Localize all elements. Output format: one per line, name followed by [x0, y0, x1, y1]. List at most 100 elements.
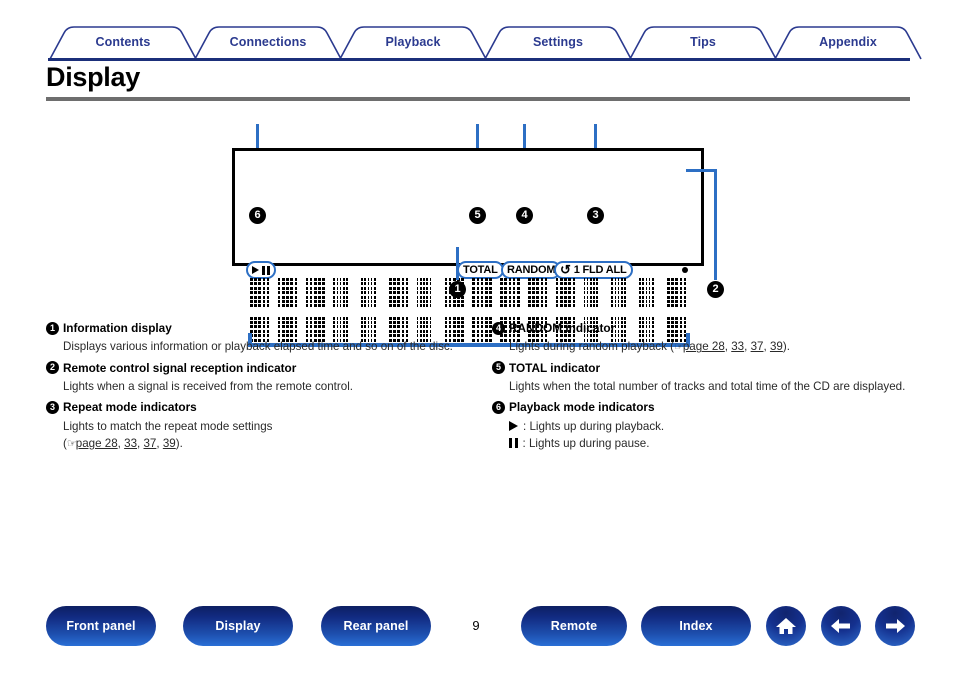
nav-button-index[interactable]: Index [641, 606, 751, 646]
callout-label: 2 [712, 283, 719, 295]
entry-playback-mode: 6 Playback mode indicators : Lights up d… [492, 399, 910, 452]
page-link[interactable]: page 28 [76, 437, 118, 450]
leader-line-1 [456, 247, 459, 280]
page-link[interactable]: 33 [124, 437, 137, 450]
matrix-dot-block [472, 316, 493, 346]
page-number: 9 [472, 618, 480, 633]
tab-label: Appendix [819, 35, 877, 49]
entry-body: Lights when the total number of tracks a… [509, 380, 906, 394]
pause-bars-icon [262, 265, 270, 275]
description-column-right: 4 RANDOM indicator Lights during random … [492, 320, 910, 456]
description-column-left: 1 Information display Displays various i… [46, 320, 464, 456]
tab-label: Connections [229, 35, 307, 49]
random-indicator-label: RANDOM [507, 264, 556, 276]
matrix-dot-block [250, 278, 271, 308]
entry-number: 3 [46, 400, 59, 414]
tab-playback[interactable]: Playback [338, 26, 488, 60]
body-suffix: ). [782, 340, 790, 354]
tab-label: Contents [95, 35, 151, 49]
entry-title: RANDOM indicator [509, 321, 616, 335]
page-link[interactable]: 37 [751, 340, 764, 353]
matrix-dot-block [277, 278, 299, 308]
remote-sensor-dot-icon [682, 267, 688, 273]
display-diagram: TOTAL RANDOM ↺ 1 FLD ALL 6 5 4 3 1 2 [0, 100, 954, 347]
bottom-navigation: Front panel Display Rear panel 9 Remote … [0, 606, 954, 650]
entry-remote-sensor: 2 Remote control signal reception indica… [46, 360, 464, 396]
pointing-hand-icon: ☞ [66, 437, 77, 450]
callout-label: 1 [454, 283, 461, 295]
tab-contents[interactable]: Contents [48, 26, 198, 60]
nav-button-rear-panel[interactable]: Rear panel [321, 606, 431, 646]
page-link[interactable]: 37 [143, 437, 156, 450]
entry-random-indicator: 4 RANDOM indicator Lights during random … [492, 320, 910, 356]
entry-page-reference: (☞page 28, 33, 37, 39). [63, 436, 183, 450]
tab-appendix[interactable]: Appendix [773, 26, 923, 60]
page-link[interactable]: 33 [731, 340, 744, 353]
entry-title: TOTAL indicator [509, 360, 601, 375]
callout-1: 1 [449, 281, 466, 298]
callout-4: 4 [516, 207, 533, 224]
entry-body: Lights to match the repeat mode settings [63, 419, 273, 433]
entry-number: 5 [492, 361, 505, 375]
entry-heading: 2 Remote control signal reception indica… [46, 360, 464, 377]
playback-mode-badge [246, 261, 276, 279]
nav-button-label: Front panel [66, 619, 136, 633]
paren-close: ). [175, 436, 183, 450]
callout-3: 3 [587, 207, 604, 224]
repeat-indicator-label: 1 FLD ALL [573, 264, 627, 276]
nav-button-forward[interactable] [875, 606, 915, 646]
matrix-dot-block [527, 278, 549, 308]
entry-information-display: 1 Information display Displays various i… [46, 320, 464, 356]
pause-bars-icon [509, 437, 518, 448]
nav-button-front-panel[interactable]: Front panel [46, 606, 156, 646]
entry-heading: 3 Repeat mode indicators [46, 399, 464, 416]
callout-5: 5 [469, 207, 486, 224]
entry-body: Lights during random playback (☞page 28,… [509, 340, 790, 354]
matrix-dot-block [305, 278, 327, 308]
nav-button-label: Display [215, 619, 261, 633]
repeat-arrow-icon: ↺ [560, 262, 571, 277]
entry-title: Playback mode indicators [509, 400, 655, 415]
page-link[interactable]: page 28 [683, 340, 725, 353]
pointing-hand-icon: ☞ [673, 341, 684, 354]
playback-pause-line: : Lights up during pause. [509, 435, 910, 452]
entry-number: 6 [492, 400, 505, 414]
callout-label: 6 [254, 209, 261, 221]
repeat-indicator-chip: ↺ 1 FLD ALL [554, 261, 633, 279]
tab-settings[interactable]: Settings [483, 26, 633, 60]
nav-button-remote[interactable]: Remote [521, 606, 627, 646]
entry-body: Displays various information or playback… [63, 340, 453, 354]
tab-tips[interactable]: Tips [628, 26, 778, 60]
callout-2: 2 [707, 281, 724, 298]
total-indicator-label: TOTAL [463, 264, 498, 276]
entry-number: 4 [492, 321, 505, 335]
nav-button-label: Remote [550, 619, 598, 633]
nav-button-display[interactable]: Display [183, 606, 293, 646]
nav-button-label: Rear panel [343, 619, 409, 633]
entry-number: 1 [46, 321, 59, 335]
total-indicator-chip: TOTAL [457, 261, 504, 279]
playback-play-line: : Lights up during playback. [509, 418, 910, 435]
tab-label: Tips [690, 35, 716, 49]
entry-repeat-mode: 3 Repeat mode indicators Lights to match… [46, 399, 464, 452]
play-triangle-icon [509, 420, 518, 431]
entry-title: Repeat mode indicators [63, 400, 197, 415]
tab-bar-rule [48, 58, 910, 61]
tab-label: Settings [532, 35, 584, 49]
nav-button-home[interactable] [766, 606, 806, 646]
callout-label: 5 [474, 209, 481, 221]
tab-connections[interactable]: Connections [193, 26, 343, 60]
matrix-dot-block [555, 278, 577, 308]
nav-button-label: Index [679, 619, 713, 633]
nav-button-back[interactable] [821, 606, 861, 646]
entry-number: 2 [46, 361, 59, 375]
page-link[interactable]: 39 [163, 437, 176, 450]
display-panel-frame [232, 148, 704, 266]
home-icon [776, 618, 796, 634]
entry-heading: 6 Playback mode indicators [492, 399, 910, 416]
matrix-dot-block [611, 278, 632, 308]
leader-line-2-vertical [714, 169, 717, 280]
matrix-dot-block [500, 278, 521, 308]
entry-title: Remote control signal reception indicato… [63, 360, 297, 375]
page-link[interactable]: 39 [770, 340, 783, 353]
